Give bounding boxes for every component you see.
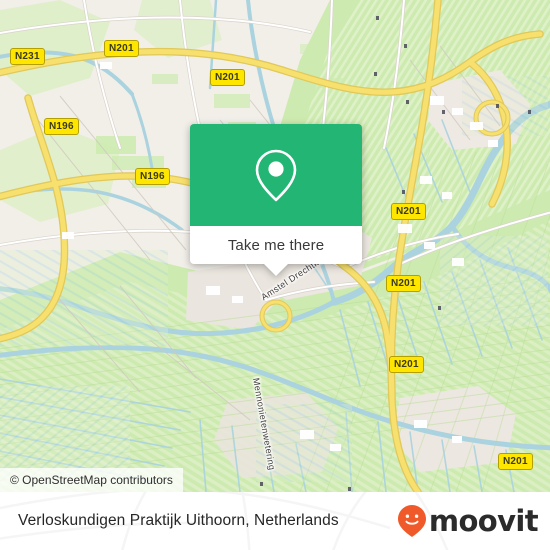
- map-pin-icon: [255, 149, 297, 202]
- moovit-place-screenshot: N231 N201 N201 N196 N196 N201 N201 N201 …: [0, 0, 550, 550]
- moovit-logo[interactable]: moovit: [397, 504, 539, 538]
- moovit-wordmark: moovit: [428, 504, 539, 538]
- footer-bar: Verloskundigen Praktijk Uithoorn, Nether…: [0, 492, 550, 550]
- popup-pointer-tail: [263, 263, 289, 276]
- road-shield[interactable]: N201: [389, 356, 424, 373]
- page-title: Verloskundigen Praktijk Uithoorn, Nether…: [18, 512, 339, 529]
- popup-action-bar[interactable]: Take me there: [190, 226, 362, 264]
- road-shield[interactable]: N196: [44, 118, 79, 135]
- map-canvas[interactable]: N231 N201 N201 N196 N196 N201 N201 N201 …: [0, 0, 550, 492]
- road-shield[interactable]: N201: [386, 275, 421, 292]
- road-shield[interactable]: N196: [135, 168, 170, 185]
- popup-icon-panel: [190, 124, 362, 226]
- road-shield[interactable]: N201: [104, 40, 139, 57]
- road-shield[interactable]: N201: [210, 69, 245, 86]
- take-me-there-popup[interactable]: Take me there: [190, 124, 362, 276]
- osm-attribution[interactable]: © OpenStreetMap contributors: [0, 468, 183, 492]
- take-me-there-label: Take me there: [227, 236, 325, 254]
- road-shield[interactable]: N231: [10, 48, 45, 65]
- moovit-pin-smiley-icon: [397, 505, 426, 537]
- road-shield[interactable]: N201: [498, 453, 533, 470]
- road-shield[interactable]: N201: [391, 203, 426, 220]
